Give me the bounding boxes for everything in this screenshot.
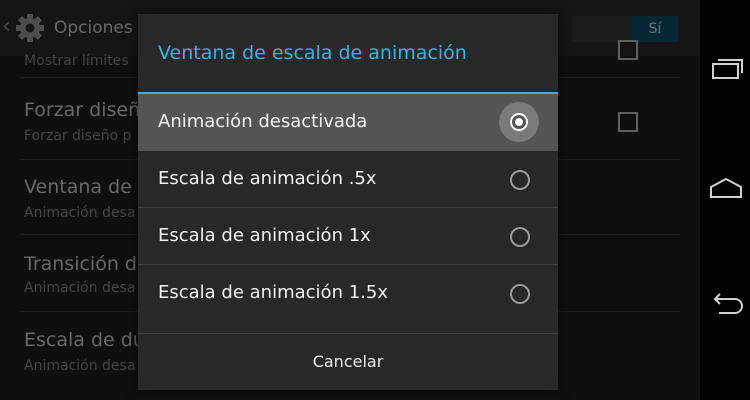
option-label: Animación desactivada [158, 111, 368, 132]
back-arrow-icon[interactable] [707, 290, 745, 320]
home-icon[interactable] [707, 173, 745, 203]
option-label: Escala de animación .5x [158, 168, 377, 189]
radio-unselected-icon[interactable] [510, 227, 530, 247]
cancel-button[interactable]: Cancelar [138, 334, 558, 390]
settings-screen: ‹ Opciones Sí Mostrar límites Forzar [0, 0, 700, 400]
option-label: Escala de animación 1x [158, 225, 371, 246]
option-scale-1x[interactable]: Escala de animación 1x [138, 208, 558, 265]
dialog-title: Ventana de escala de animación [158, 42, 467, 64]
radio-selected-icon[interactable] [510, 113, 528, 131]
navigation-bar [700, 0, 750, 400]
radio-unselected-icon[interactable] [510, 170, 530, 190]
radio-unselected-icon[interactable] [510, 284, 530, 304]
option-label: Escala de animación 1.5x [158, 282, 388, 303]
option-scale-0-5x[interactable]: Escala de animación .5x [138, 151, 558, 208]
option-scale-1-5x[interactable]: Escala de animación 1.5x [138, 265, 558, 322]
animation-scale-dialog: Ventana de escala de animación Animación… [138, 14, 558, 390]
option-animation-off[interactable]: Animación desactivada [138, 94, 558, 151]
recent-apps-icon[interactable] [707, 55, 745, 85]
